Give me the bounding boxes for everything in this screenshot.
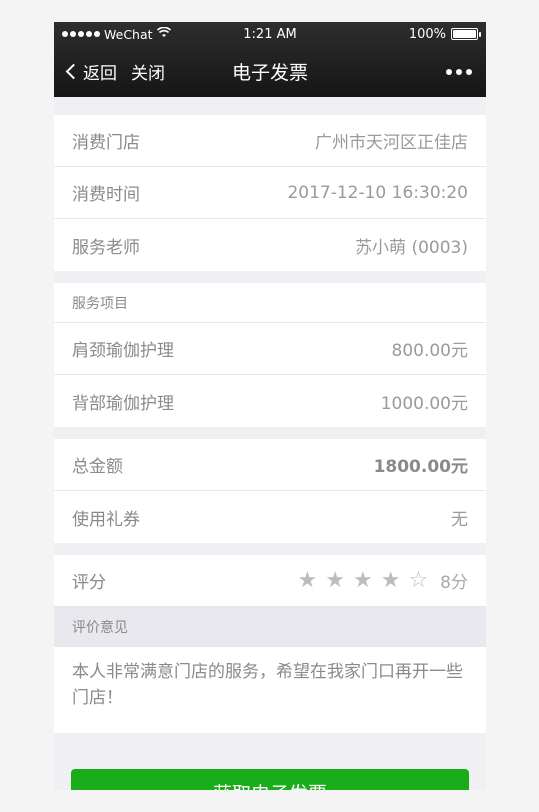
store-value: 广州市天河区正佳店 [315, 133, 468, 153]
service-row: 背部瑜伽护理 1000.00元 [54, 375, 486, 427]
service-name: 肩颈瑜伽护理 [72, 341, 174, 361]
teacher-value: 苏小萌 (0003) [355, 237, 468, 258]
rating-score: 8分 [440, 573, 468, 593]
service-name: 背部瑜伽护理 [72, 393, 174, 414]
get-invoice-button[interactable]: 获取电子发票 [71, 769, 469, 790]
star-filled-icon[interactable]: ★ [298, 569, 318, 592]
review-header: 评价意见 [54, 607, 486, 647]
status-bar: WeChat 1:21 AM 100% [54, 22, 486, 46]
back-button[interactable]: 返回 [64, 59, 117, 84]
services-group: 服务项目 肩颈瑜伽护理 800.00元 背部瑜伽护理 1000.00元 [54, 283, 486, 427]
star-filled-icon[interactable]: ★ [325, 569, 345, 592]
star-empty-icon[interactable]: ☆ [408, 569, 428, 592]
navigation-bar: 返回 关闭 电子发票 [54, 46, 486, 97]
star-filled-icon[interactable]: ★ [381, 569, 401, 592]
review-text: 本人非常满意门店的服务，希望在我家门口再开一些门店！ [54, 647, 486, 733]
order-info-group: 消费门店 广州市天河区正佳店 消费时间 2017-12-10 16:30:20 … [54, 115, 486, 271]
section-gap [54, 97, 486, 115]
section-gap [54, 427, 486, 439]
rating-row: 评分 ★ ★ ★ ★ ☆ 8分 [54, 555, 486, 607]
coupon-row: 使用礼券 无 [54, 491, 486, 543]
total-label: 总金额 [72, 457, 123, 477]
section-gap [54, 543, 486, 555]
phone-screen: WeChat 1:21 AM 100% 返回 关闭 电子发票 消费门店 广州市天… [54, 22, 486, 790]
star-filled-icon[interactable]: ★ [353, 569, 373, 592]
page-title: 电子发票 [231, 62, 308, 84]
chevron-left-icon [65, 63, 82, 80]
header-bar: WeChat 1:21 AM 100% 返回 关闭 电子发票 [54, 22, 486, 97]
rating-group: 评分 ★ ★ ★ ★ ☆ 8分 评价意见 本人非常满意门店的服务，希望在我家门口… [54, 555, 486, 733]
battery-icon [451, 28, 481, 40]
store-label: 消费门店 [72, 133, 140, 153]
time-row: 消费时间 2017-12-10 16:30:20 [54, 167, 486, 219]
total-value: 1800.00元 [373, 457, 468, 477]
totals-group: 总金额 1800.00元 使用礼券 无 [54, 439, 486, 543]
service-price: 800.00元 [391, 341, 468, 361]
back-label: 返回 [83, 64, 117, 84]
status-time: 1:21 AM [243, 26, 297, 42]
section-gap [54, 271, 486, 283]
teacher-label: 服务老师 [72, 237, 140, 258]
service-row: 肩颈瑜伽护理 800.00元 [54, 323, 486, 375]
star-rating[interactable]: ★ ★ ★ ★ ☆ 8分 [298, 568, 469, 593]
action-area: 获取电子发票 [54, 733, 486, 790]
rating-label: 评分 [72, 573, 106, 593]
service-price: 1000.00元 [380, 393, 468, 414]
more-options-icon[interactable] [446, 68, 472, 75]
coupon-value: 无 [451, 509, 468, 530]
time-value: 2017-12-10 16:30:20 [287, 182, 468, 203]
teacher-row: 服务老师 苏小萌 (0003) [54, 219, 486, 271]
coupon-label: 使用礼券 [72, 509, 140, 530]
total-row: 总金额 1800.00元 [54, 439, 486, 491]
time-label: 消费时间 [72, 185, 140, 205]
close-button[interactable]: 关闭 [131, 59, 165, 84]
services-header: 服务项目 [54, 283, 486, 323]
store-row: 消费门店 广州市天河区正佳店 [54, 115, 486, 167]
